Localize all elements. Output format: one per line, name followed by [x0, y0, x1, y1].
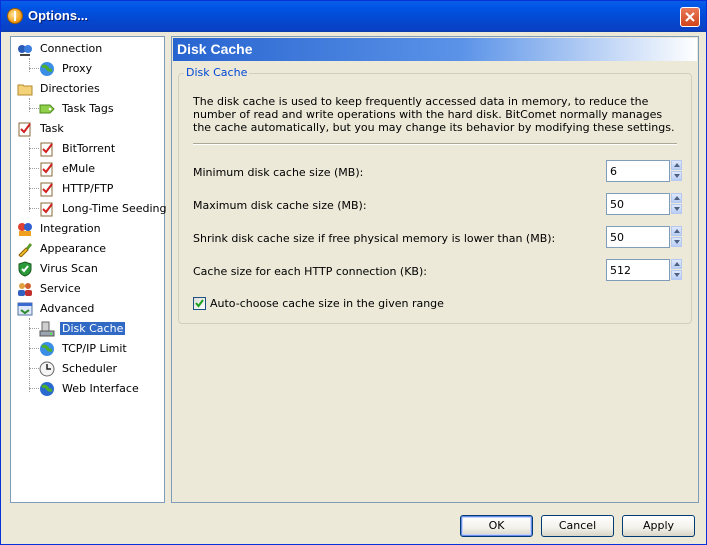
- max-cache-spinner: [606, 193, 683, 215]
- ok-button[interactable]: OK: [460, 515, 533, 537]
- people-icon: [18, 283, 32, 296]
- clipboard-icon: [40, 162, 53, 177]
- shrink-cache-up-button[interactable]: [671, 226, 682, 236]
- title-bar[interactable]: Options...: [1, 1, 706, 32]
- disk-icon: [39, 321, 55, 337]
- http-cache-down-button[interactable]: [671, 270, 682, 280]
- separator: [193, 143, 677, 145]
- paint-icon: [18, 243, 32, 257]
- max-cache-input[interactable]: [606, 193, 670, 215]
- max-cache-label: Maximum disk cache size (MB):: [193, 199, 367, 212]
- options-window: Options... Connection Proxy Directories …: [0, 0, 707, 545]
- description-text: The disk cache is used to keep frequentl…: [193, 95, 675, 134]
- clipboard-icon: [40, 202, 53, 217]
- checkbox-box[interactable]: [193, 297, 206, 310]
- panel-title: Disk Cache: [177, 41, 253, 57]
- globe-icon: [40, 342, 54, 356]
- clock-icon: [39, 361, 55, 377]
- panel-header: Disk Cache: [173, 38, 697, 61]
- disk-cache-group: Disk Cache The disk cache is used to kee…: [178, 66, 692, 324]
- options-tree: Connection Proxy Directories Task Tags T…: [10, 36, 167, 503]
- apply-button[interactable]: Apply: [622, 515, 695, 537]
- checkmark-icon: [195, 299, 204, 308]
- shrink-cache-down-button[interactable]: [671, 237, 682, 247]
- http-cache-up-button[interactable]: [671, 259, 682, 269]
- max-cache-down-button[interactable]: [671, 204, 682, 214]
- network-icon: [18, 45, 32, 56]
- bitcomet-app-icon: [7, 8, 23, 24]
- clipboard-icon: [18, 122, 31, 137]
- min-cache-input[interactable]: [606, 160, 670, 182]
- min-cache-spinner: [606, 160, 683, 182]
- max-cache-up-button[interactable]: [671, 193, 682, 203]
- min-cache-down-button[interactable]: [671, 171, 682, 181]
- shield-icon: [18, 261, 32, 277]
- globe-icon: [40, 382, 54, 396]
- http-cache-spinner: [606, 259, 683, 281]
- auto-choose-label: Auto-choose cache size in the given rang…: [210, 297, 444, 310]
- http-cache-input[interactable]: [606, 259, 670, 281]
- http-cache-label: Cache size for each HTTP connection (KB)…: [193, 265, 427, 278]
- min-cache-label: Minimum disk cache size (MB):: [193, 166, 364, 179]
- tag-icon: [39, 104, 55, 114]
- shrink-cache-spinner: [606, 226, 683, 248]
- shrink-cache-label: Shrink disk cache size if free physical …: [193, 232, 556, 245]
- group-title: Disk Cache: [184, 66, 250, 79]
- clipboard-icon: [40, 142, 53, 157]
- settings-icon: [17, 302, 33, 316]
- shrink-cache-input[interactable]: [606, 226, 670, 248]
- close-icon: [685, 12, 695, 22]
- puzzle-icon: [18, 223, 32, 236]
- close-button[interactable]: [680, 7, 700, 27]
- folder-icon: [17, 84, 33, 96]
- cancel-button[interactable]: Cancel: [541, 515, 614, 537]
- min-cache-up-button[interactable]: [671, 160, 682, 170]
- globe-icon: [40, 62, 54, 76]
- clipboard-icon: [40, 182, 53, 197]
- window-title: Options...: [28, 8, 88, 23]
- settings-panel: Disk Cache Disk Cache The disk cache is …: [171, 36, 699, 503]
